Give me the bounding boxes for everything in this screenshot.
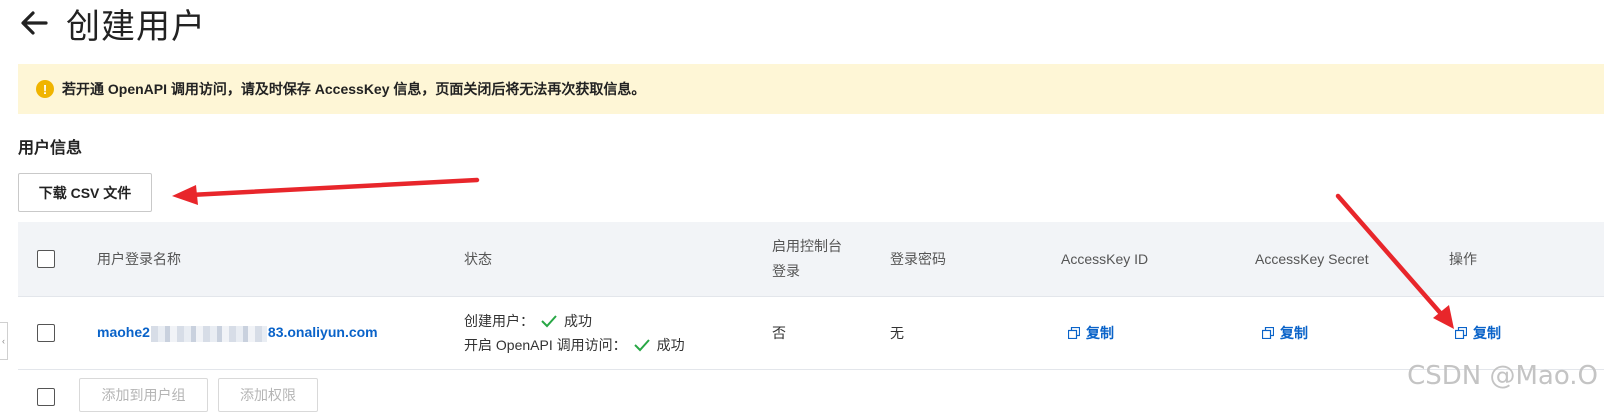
copy-label: 复制 [1473,325,1501,341]
add-permission-button[interactable]: 添加权限 [218,378,318,412]
arrow-left-icon[interactable] [18,7,50,39]
header-password: 登录密码 [890,251,946,267]
header-console-login-line2: 登录 [772,263,800,279]
copy-label: 复制 [1280,325,1308,341]
table-footer-actions: 添加到用户组 添加权限 [18,368,618,412]
username-suffix: 83.onaliyun.com [267,324,378,341]
copy-accesskey-id-button[interactable]: 复制 [1068,323,1114,343]
notice-text: 若开通 OpenAPI 调用访问，请及时保存 AccessKey 信息，页面关闭… [62,81,646,97]
accesskey-id-cell: 复制 [1068,297,1114,369]
header-status: 状态 [464,251,492,267]
copy-icon [1068,327,1080,339]
page-title: 创建用户 [66,7,206,46]
password-value: 无 [890,325,904,341]
header-username: 用户登录名称 [97,251,181,267]
header-console-login: 启用控制台 登录 [772,222,842,296]
collapse-handle[interactable]: ‹ [0,322,8,360]
warning-circle-icon: ! [36,80,54,98]
status-create-value: 成功 [564,313,592,329]
page-header: 创建用户 [18,0,206,46]
accesskey-secret-cell: 复制 [1262,297,1308,369]
add-to-group-button[interactable]: 添加到用户组 [79,378,208,412]
console-login-value: 否 [772,325,786,341]
copy-icon [1455,327,1467,339]
footer-select-all-checkbox[interactable] [37,388,55,406]
create-user-page: 创建用户 ! 若开通 OpenAPI 调用访问，请及时保存 AccessKey … [0,0,1604,412]
status-openapi-value: 成功 [656,337,685,353]
status-openapi: 开启 OpenAPI 调用访问： 成功 [464,333,685,357]
user-table: 用户登录名称 状态 启用控制台 登录 登录密码 AccessKey ID Acc… [18,222,1604,370]
header-actions: 操作 [1449,251,1477,267]
table-row: maohe2 83.onaliyun.com 创建用户： 成功 开启 OpenAP… [18,297,1604,370]
actions-cell: 复制 [1455,297,1501,369]
copy-action-button[interactable]: 复制 [1455,323,1501,343]
header-console-login-line1: 启用控制台 [772,238,842,254]
username-cell: maohe2 83.onaliyun.com [97,297,378,369]
copy-label: 复制 [1086,325,1114,341]
redacted-pixelation [150,325,267,342]
copy-icon [1262,327,1274,339]
header-checkbox-cell [37,222,55,296]
copy-accesskey-secret-button[interactable]: 复制 [1262,323,1308,343]
status-cell: 创建用户： 成功 开启 OpenAPI 调用访问： 成功 [464,297,685,369]
username-link[interactable]: maohe2 83.onaliyun.com [97,324,378,342]
username-prefix: maohe2 [97,324,150,341]
status-openapi-label: 开启 OpenAPI 调用访问： [464,337,627,353]
check-icon [633,339,650,352]
select-all-checkbox[interactable] [37,250,55,268]
arrow-to-download [172,177,480,205]
check-icon [541,315,557,328]
download-csv-button[interactable]: 下载 CSV 文件 [18,173,152,212]
table-header: 用户登录名称 状态 启用控制台 登录 登录密码 AccessKey ID Acc… [18,222,1604,297]
status-create-label: 创建用户： [464,313,534,329]
warning-notice: ! 若开通 OpenAPI 调用访问，请及时保存 AccessKey 信息，页面… [18,64,1604,114]
header-accesskey-id: AccessKey ID [1061,251,1149,267]
header-accesskey-secret: AccessKey Secret [1255,251,1369,267]
status-create-user: 创建用户： 成功 [464,309,592,333]
row-checkbox[interactable] [37,324,55,342]
watermark: CSDN @Mao.O [1407,361,1598,391]
section-title: 用户信息 [18,140,83,157]
row-checkbox-cell [37,297,55,369]
